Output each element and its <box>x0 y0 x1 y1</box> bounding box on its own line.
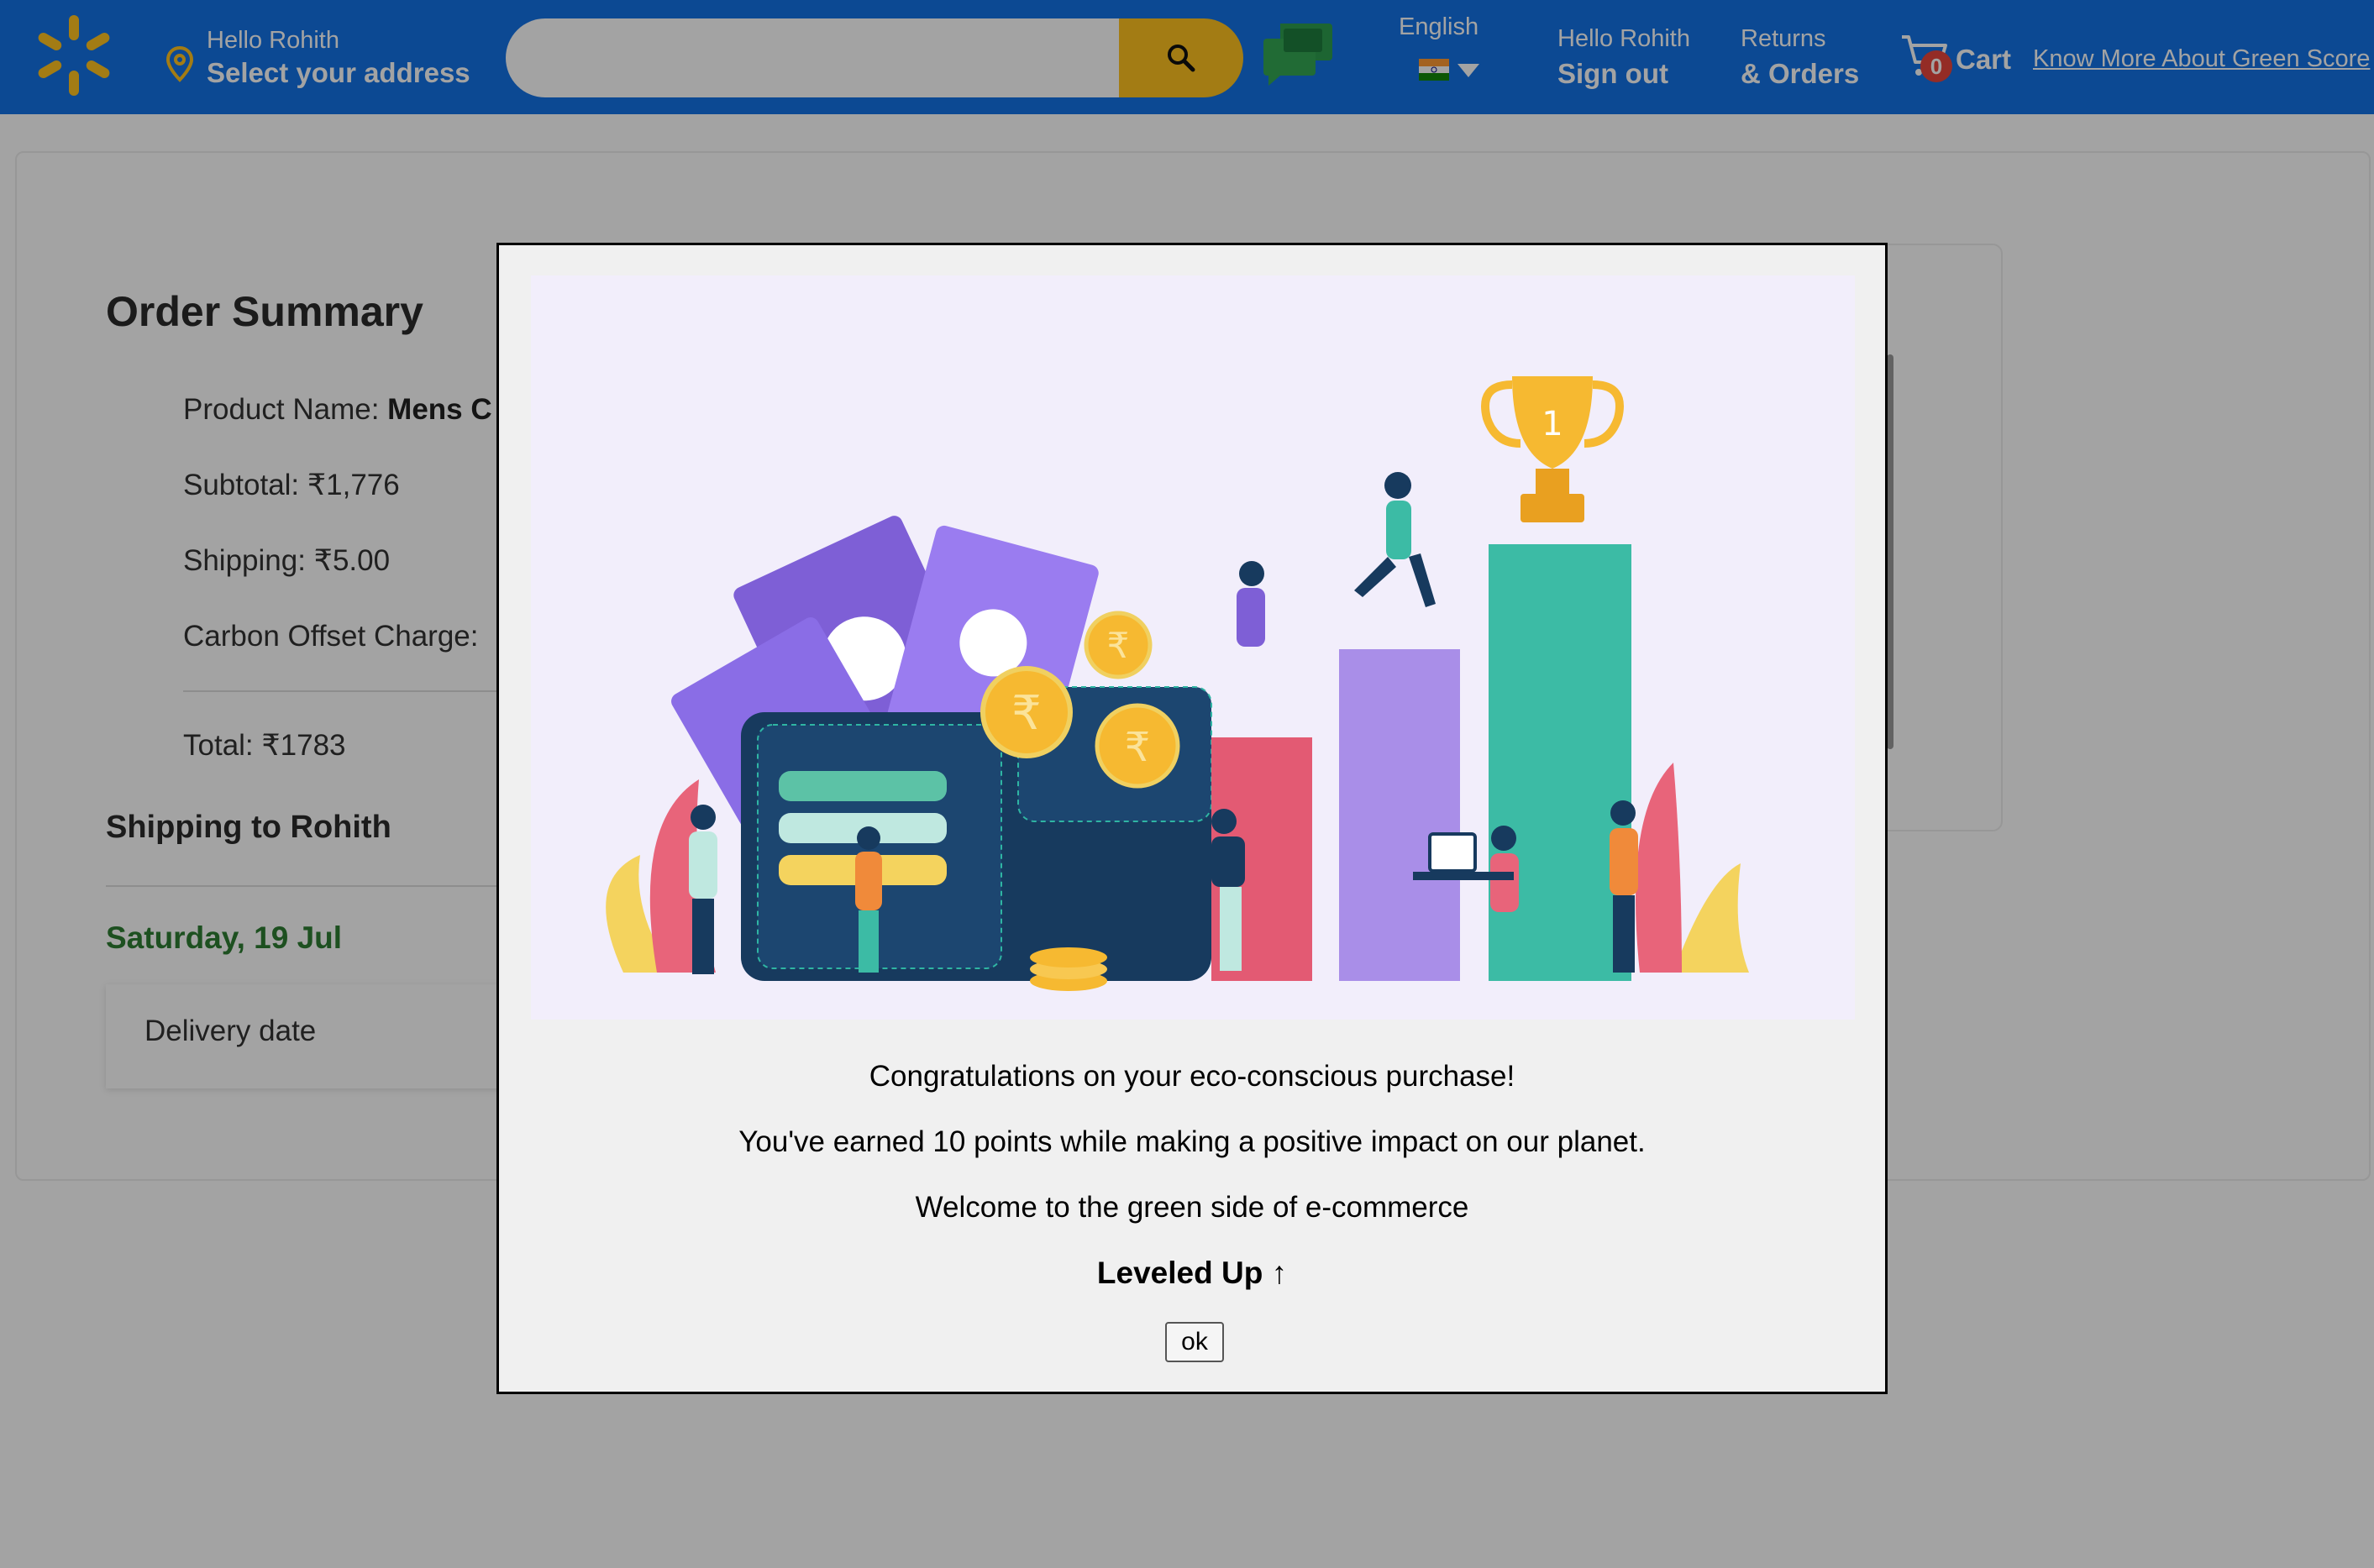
leveled-up-message: Leveled Up ↑ <box>1096 1256 1288 1290</box>
rewards-illustration: ₹ ₹ ₹ 1 <box>531 275 1855 1020</box>
svg-text:1: 1 <box>1542 405 1563 443</box>
points-message: You've earned 10 points while making a p… <box>738 1125 1646 1158</box>
svg-text:₹: ₹ <box>1011 686 1042 741</box>
ok-button[interactable]: ok <box>1165 1322 1224 1362</box>
svg-text:₹: ₹ <box>1125 724 1151 771</box>
reward-modal: ₹ ₹ ₹ 1 Congratulations on your eco-cons… <box>496 243 1888 1394</box>
svg-text:₹: ₹ <box>1107 625 1130 666</box>
congrats-message: Congratulations on your eco-conscious pu… <box>869 1060 1515 1093</box>
welcome-message: Welcome to the green side of e-commerce <box>915 1191 1469 1224</box>
